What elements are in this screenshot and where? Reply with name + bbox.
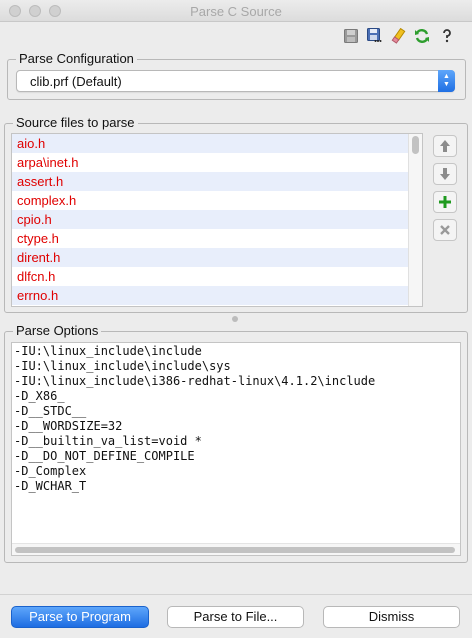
list-item[interactable]: assert.h — [12, 172, 422, 191]
title-bar: Parse C Source — [0, 0, 472, 22]
arrow-down-icon — [440, 168, 450, 180]
parse-to-program-button[interactable]: Parse to Program — [11, 606, 149, 628]
parse-to-file-button[interactable]: Parse to File... — [167, 606, 304, 628]
list-item[interactable]: errno.h — [12, 286, 422, 305]
arrow-up-icon — [440, 140, 450, 152]
divider — [0, 594, 472, 595]
clear-icon[interactable] — [390, 27, 408, 45]
parse-options-scrollbar[interactable] — [12, 543, 460, 555]
close-icon — [440, 225, 450, 235]
move-down-button[interactable] — [433, 163, 457, 185]
add-file-button[interactable] — [433, 191, 457, 213]
dismiss-button[interactable]: Dismiss — [323, 606, 460, 628]
parse-options-textarea[interactable]: -IU:\linux_include\include -IU:\linux_in… — [11, 342, 461, 556]
plus-icon — [439, 196, 451, 208]
move-up-button[interactable] — [433, 135, 457, 157]
source-files-legend: Source files to parse — [13, 115, 138, 130]
list-item[interactable]: complex.h — [12, 191, 422, 210]
list-item[interactable]: arpa\inet.h — [12, 153, 422, 172]
scrollbar-thumb[interactable] — [412, 136, 419, 154]
scrollbar-thumb[interactable] — [15, 547, 455, 553]
list-item[interactable]: cpio.h — [12, 210, 422, 229]
parse-configuration-legend: Parse Configuration — [16, 51, 137, 66]
list-item[interactable]: dlfcn.h — [12, 267, 422, 286]
chevron-updown-icon: ▲ ▼ — [438, 70, 455, 92]
remove-file-button[interactable] — [433, 219, 457, 241]
window-title: Parse C Source — [190, 4, 282, 19]
parse-options-text[interactable]: -IU:\linux_include\include -IU:\linux_in… — [14, 344, 375, 494]
parse-configuration-select[interactable]: clib.prf (Default) ▲ ▼ — [16, 70, 455, 92]
parse-configuration-value: clib.prf (Default) — [30, 74, 122, 89]
help-icon[interactable] — [438, 27, 456, 45]
list-item[interactable]: dirent.h — [12, 248, 422, 267]
list-item[interactable]: aio.h — [12, 134, 422, 153]
save-disabled-icon[interactable] — [342, 27, 360, 45]
parse-options-legend: Parse Options — [13, 323, 102, 338]
splitter-handle[interactable] — [232, 316, 238, 322]
list-item[interactable]: ctype.h — [12, 229, 422, 248]
source-files-scrollbar[interactable] — [408, 134, 422, 306]
save-as-icon[interactable] — [366, 27, 384, 45]
refresh-icon[interactable] — [413, 27, 431, 45]
source-files-list[interactable]: aio.h arpa\inet.h assert.h complex.h cpi… — [11, 133, 423, 307]
